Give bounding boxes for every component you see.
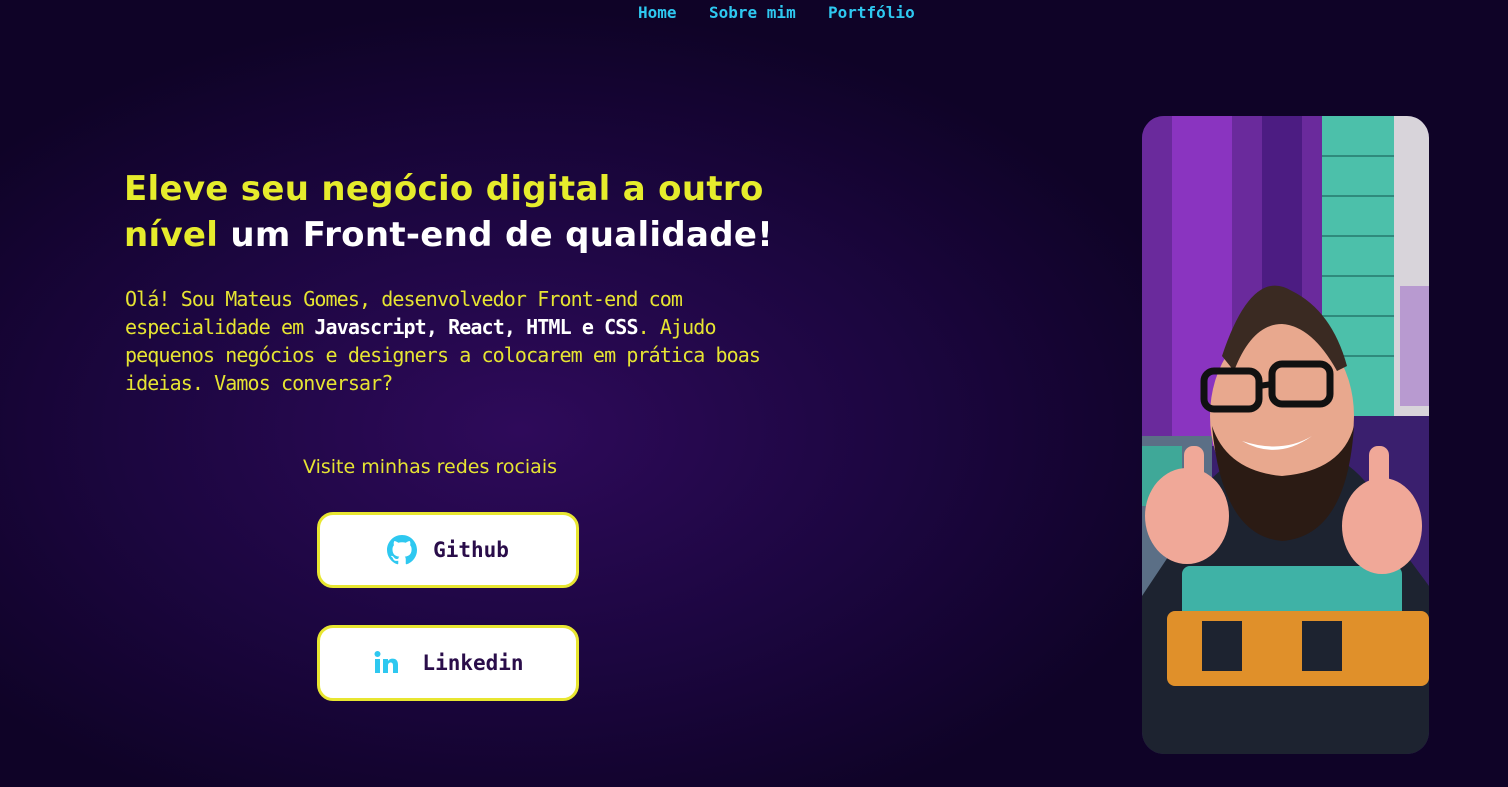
tech-javascript: Javascript (314, 315, 426, 339)
github-button[interactable]: Github (317, 512, 579, 588)
linkedin-button[interactable]: Linkedin (317, 625, 579, 701)
tech-css: CSS (604, 315, 638, 339)
tech-react: React (448, 315, 505, 339)
github-button-label: Github (433, 538, 509, 562)
nav-link-portfolio[interactable]: Portfólio (828, 3, 915, 23)
top-nav: Home Sobre mim Portfólio (0, 3, 1508, 25)
hero-headline: Eleve seu negócio digital a outro nível … (124, 166, 824, 258)
nav-link-home[interactable]: Home (638, 3, 677, 23)
linkedin-button-label: Linkedin (422, 651, 524, 675)
profile-photo (1142, 116, 1429, 754)
intro-paragraph: Olá! Sou Mateus Gomes, desenvolvedor Fro… (125, 285, 765, 397)
tech-separator: , (503, 315, 527, 339)
socials-title: Visite minhas redes rociais (303, 456, 558, 478)
tech-html: HTML (526, 315, 571, 339)
tech-separator: , (425, 315, 449, 339)
headline-rest: um Front-end de qualidade! (218, 215, 774, 255)
tech-separator: e (570, 315, 605, 339)
nav-link-sobre-mim[interactable]: Sobre mim (709, 3, 796, 23)
github-icon (387, 535, 418, 565)
linkedin-icon (372, 648, 402, 678)
